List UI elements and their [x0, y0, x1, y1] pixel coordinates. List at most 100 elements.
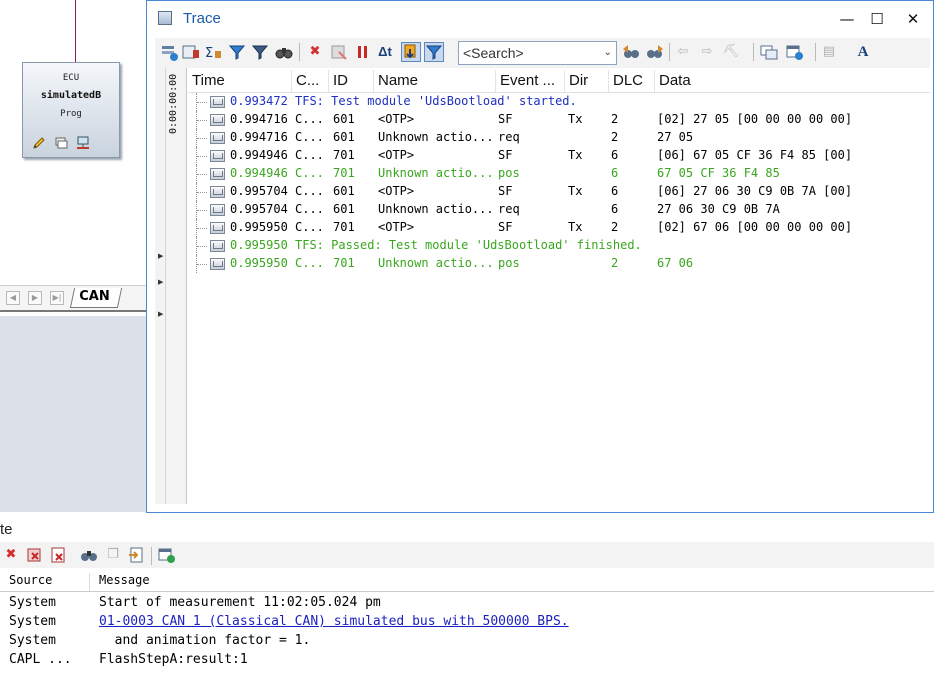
column-header-dir[interactable]: Dir — [565, 70, 609, 92]
ecu-icon-strip — [31, 135, 91, 153]
copy-window-icon[interactable] — [759, 42, 779, 62]
search-prev-icon[interactable] — [621, 42, 641, 62]
trace-row[interactable]: 0.995704 C... 601 <OTP> SF Tx 6 [06] 27 … — [188, 183, 930, 201]
find-icon[interactable] — [274, 42, 294, 62]
trace-titlebar[interactable]: Trace — ☐ ✕ — [147, 1, 933, 37]
column-header-data[interactable]: Data — [655, 70, 915, 92]
column-header-channel[interactable]: C... — [292, 70, 329, 92]
can-message-icon — [210, 204, 225, 216]
delete-icon[interactable]: ✖ — [1, 545, 21, 565]
export-icon[interactable] — [127, 545, 147, 565]
scroll-lock-icon[interactable] — [401, 42, 421, 62]
minimize-button[interactable]: — — [836, 9, 858, 29]
test-message-icon — [210, 96, 225, 108]
cell-time: 0.995950 — [230, 220, 288, 234]
clear-icon[interactable] — [25, 545, 45, 565]
trace-row[interactable]: 0.995950 C... 701 Unknown actio... pos 2… — [188, 255, 930, 273]
network-node-icon[interactable] — [75, 135, 91, 151]
toolbar-separator — [299, 43, 300, 61]
cell-channel: C... — [295, 130, 324, 144]
pencil-icon[interactable] — [31, 135, 47, 151]
trace-row[interactable]: 0.994946 C... 701 <OTP> SF Tx 6 [06] 67 … — [188, 147, 930, 165]
cell-message: Start of measurement 11:02:05.024 pm — [99, 595, 381, 610]
clear-all-icon[interactable] — [49, 545, 69, 565]
search-combobox[interactable]: <Search> ⌄ — [458, 41, 617, 65]
write-row[interactable]: System Start of measurement 11:02:05.024… — [0, 594, 934, 613]
ecu-node[interactable]: ECU simulatedB Prog — [22, 62, 120, 158]
svg-text:Σ: Σ — [205, 46, 213, 61]
write-column-header: Source Message — [0, 570, 934, 592]
expand-arrow-icon[interactable]: ▶ — [158, 278, 163, 286]
cell-event: SF — [498, 148, 513, 162]
trace-row[interactable]: 0.995950 C... 701 <OTP> SF Tx 2 [02] 67 … — [188, 219, 930, 237]
trace-row[interactable]: 0.995950 TFS: Passed: Test module 'UdsBo… — [188, 237, 930, 255]
settings-icon[interactable] — [157, 545, 177, 565]
expand-gutter: ▶ ▶ ▶ — [155, 68, 166, 504]
back-icon[interactable]: ⇦ — [673, 42, 693, 62]
tab-next-button[interactable]: ▶ — [28, 291, 42, 305]
write-row[interactable]: System 01-0003 CAN 1 (Classical CAN) sim… — [0, 613, 934, 632]
close-button[interactable]: ✕ — [902, 9, 924, 29]
column-header-message[interactable]: Message — [90, 573, 690, 591]
write-row[interactable]: CAPL ... FlashStepA:result:1 — [0, 651, 934, 670]
trace-row[interactable]: 0.995704 C... 601 Unknown actio... req 6… — [188, 201, 930, 219]
copy-icon[interactable]: ❐ — [103, 545, 123, 565]
column-header-time[interactable]: Time — [188, 70, 292, 92]
columns-menu-icon[interactable]: ▤ — [819, 42, 839, 62]
find-icon[interactable] — [79, 545, 99, 565]
filter-clear-icon[interactable] — [250, 42, 270, 62]
column-header-id[interactable]: ID — [329, 70, 374, 92]
write-row[interactable]: System and animation factor = 1. — [0, 632, 934, 651]
cell-channel: C... — [295, 256, 324, 270]
cell-dlc: 2 — [611, 256, 619, 270]
cell-message: FlashStepA:result:1 — [99, 652, 248, 667]
cell-dlc: 2 — [611, 220, 619, 234]
expand-arrow-icon[interactable]: ▶ — [158, 310, 163, 318]
cell-id: 701 — [333, 166, 355, 180]
clear-icon[interactable] — [329, 42, 349, 62]
expand-arrow-icon[interactable]: ▶ — [158, 252, 163, 260]
tree-line — [196, 237, 210, 255]
filter-add-icon[interactable] — [159, 42, 179, 62]
columns-icon[interactable] — [181, 42, 201, 62]
tab-last-button[interactable]: ▶| — [50, 291, 64, 305]
filter-icon[interactable] — [227, 42, 247, 62]
chevron-down-icon[interactable]: ⌄ — [604, 42, 612, 64]
marker-icon[interactable]: ⛏ — [721, 42, 741, 62]
trace-row[interactable]: 0.993472 TFS: Test module 'UdsBootload' … — [188, 93, 930, 111]
font-size-icon[interactable]: A — [853, 42, 873, 62]
can-message-icon — [210, 168, 225, 180]
cell-dir: Tx — [568, 112, 583, 126]
cell-dir: Tx — [568, 184, 583, 198]
column-header-event[interactable]: Event ... — [496, 70, 565, 92]
sort-icon[interactable]: Σ — [203, 42, 223, 62]
column-header-dlc[interactable]: DLC — [609, 70, 655, 92]
stack-icon[interactable] — [53, 135, 69, 151]
column-header-source[interactable]: Source — [0, 573, 90, 591]
trace-row[interactable]: 0.994716 C... 601 <OTP> SF Tx 2 [02] 27 … — [188, 111, 930, 129]
maximize-button[interactable]: ☐ — [866, 9, 888, 29]
cell-channel: C... — [295, 166, 324, 180]
delete-icon[interactable]: ✖ — [305, 42, 325, 62]
write-toolbar: ✖ ❐ — [0, 542, 934, 568]
trace-row[interactable]: 0.994946 C... 701 Unknown actio... pos 6… — [188, 165, 930, 183]
cell-dir: Tx — [568, 148, 583, 162]
cell-message-link[interactable]: 01-0003 CAN 1 (Classical CAN) simulated … — [99, 614, 569, 629]
trace-row[interactable]: 0.994716 C... 601 Unknown actio... req 2… — [188, 129, 930, 147]
detail-view-icon[interactable] — [424, 42, 444, 62]
trace-rows: 0.993472 TFS: Test module 'UdsBootload' … — [188, 93, 930, 273]
pause-icon[interactable] — [353, 42, 373, 62]
column-header-name[interactable]: Name — [374, 70, 496, 92]
time-mode-icon[interactable]: Δt — [375, 42, 395, 62]
forward-icon[interactable]: ⇨ — [697, 42, 717, 62]
tab-can[interactable]: CAN — [69, 288, 123, 308]
tab-first-button[interactable]: ◀ — [6, 291, 20, 305]
search-next-icon[interactable] — [645, 42, 665, 62]
cell-id: 601 — [333, 112, 355, 126]
tab-can-label: CAN — [79, 289, 110, 304]
layout-icon[interactable] — [785, 42, 805, 62]
tree-line — [196, 111, 210, 129]
can-message-icon — [210, 150, 225, 162]
toolbar-separator — [815, 43, 816, 61]
tree-line — [196, 147, 210, 165]
